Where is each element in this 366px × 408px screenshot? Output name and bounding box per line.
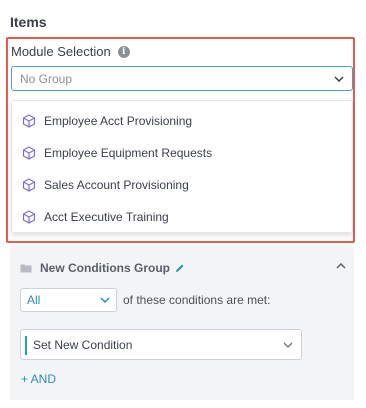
- pencil-icon[interactable]: [175, 263, 185, 273]
- cube-icon: [22, 210, 36, 224]
- items-section-title: Items: [10, 14, 47, 30]
- module-selection-dropdown[interactable]: No Group: [11, 66, 353, 91]
- module-option-employee-acct-provisioning[interactable]: Employee Acct Provisioning: [12, 105, 352, 137]
- match-type-value: All: [27, 293, 41, 307]
- cube-icon: [22, 178, 36, 192]
- chevron-down-icon: [283, 342, 293, 348]
- module-selection-label-text: Module Selection: [11, 44, 111, 59]
- folder-icon: [20, 263, 32, 273]
- conditions-group-header: New Conditions Group: [20, 261, 346, 275]
- module-option-acct-executive-training[interactable]: Acct Executive Training: [12, 201, 352, 233]
- condition-select[interactable]: Set New Condition: [20, 329, 302, 360]
- cube-icon: [22, 114, 36, 128]
- module-selection-value: No Group: [20, 71, 73, 86]
- match-text: of these conditions are met:: [123, 293, 271, 307]
- module-selection-label: Module Selection i: [11, 44, 130, 59]
- module-option-label: Sales Account Provisioning: [44, 178, 189, 192]
- module-option-sales-account-provisioning[interactable]: Sales Account Provisioning: [12, 169, 352, 201]
- cube-icon: [22, 146, 36, 160]
- info-icon[interactable]: i: [117, 45, 130, 58]
- chevron-down-icon: [100, 297, 110, 303]
- match-type-select[interactable]: All: [20, 288, 117, 312]
- module-option-label: Employee Equipment Requests: [44, 146, 213, 160]
- conditions-group-panel: New Conditions Group All of these condit…: [10, 245, 354, 400]
- chevron-up-icon[interactable]: [336, 263, 346, 273]
- module-option-label: Acct Executive Training: [44, 210, 169, 224]
- module-option-employee-equipment-requests[interactable]: Employee Equipment Requests: [12, 137, 352, 169]
- conditions-group-title: New Conditions Group: [40, 261, 170, 275]
- conditions-match-row: All of these conditions are met:: [20, 288, 270, 312]
- condition-placeholder: Set New Condition: [33, 337, 133, 352]
- chevron-down-icon: [334, 75, 344, 82]
- module-option-label: Employee Acct Provisioning: [44, 114, 193, 128]
- condition-accent-bar: [25, 336, 27, 355]
- add-and-button[interactable]: + AND: [21, 372, 56, 386]
- module-selection-menu: Employee Acct Provisioning Employee Equi…: [11, 100, 353, 233]
